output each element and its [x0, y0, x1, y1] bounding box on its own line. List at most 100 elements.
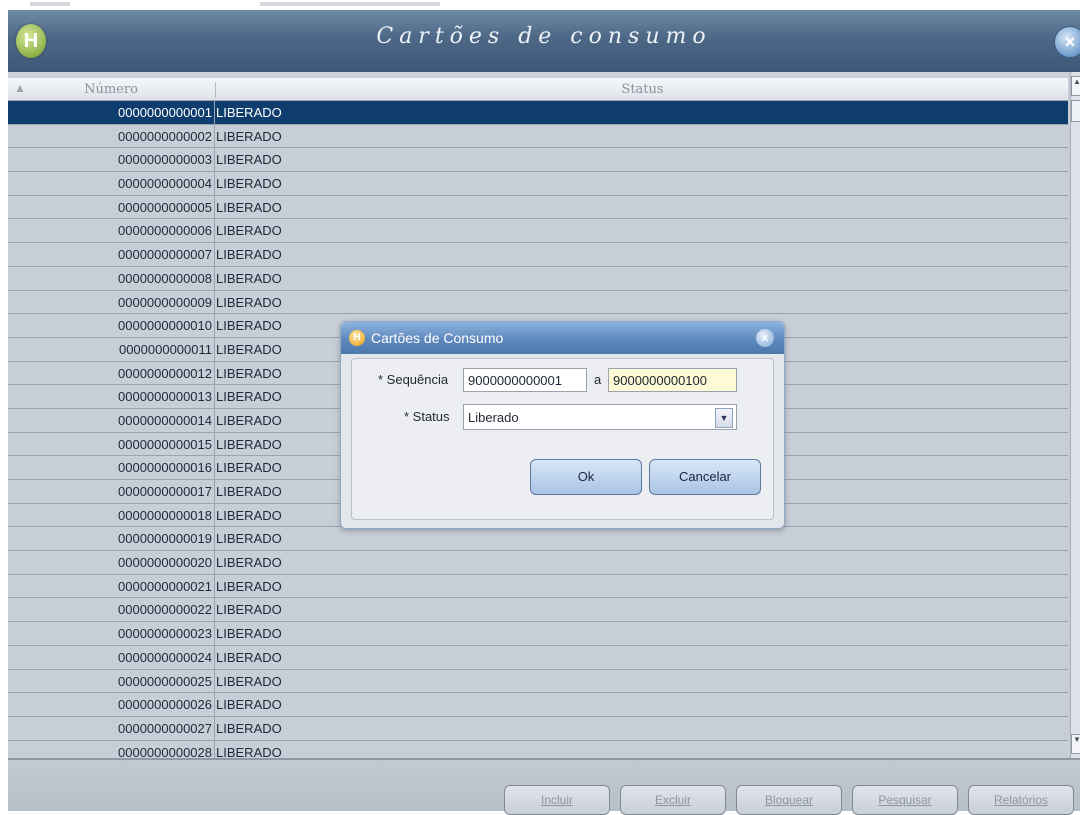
table-row[interactable]: 0000000000028 LIBERADO	[8, 740, 1068, 758]
cell-numero: 0000000000004	[118, 176, 212, 192]
column-separator	[214, 124, 215, 148]
grid-scrollbar[interactable]: ▲ ▼	[1070, 72, 1080, 758]
chevron-down-icon[interactable]: ▼	[715, 408, 733, 428]
column-separator	[214, 503, 215, 527]
cell-status: LIBERADO	[216, 484, 282, 499]
column-separator	[214, 148, 215, 172]
column-separator	[214, 266, 215, 290]
table-row[interactable]: 0000000000023 LIBERADO	[8, 622, 1068, 646]
sequencia-separator: a	[594, 372, 602, 387]
column-header-numero[interactable]: Número	[8, 82, 214, 97]
scroll-up-icon[interactable]: ▲	[1071, 76, 1080, 96]
sequencia-label: * Sequência	[378, 372, 449, 387]
cell-status: LIBERADO	[216, 602, 282, 618]
cell-status: LIBERADO	[216, 199, 282, 215]
column-separator	[214, 361, 215, 385]
column-separator	[214, 172, 215, 195]
table-row[interactable]: 0000000000020 LIBERADO	[8, 551, 1068, 575]
sequencia-to-input[interactable]: 9000000000100	[608, 368, 737, 392]
table-row[interactable]: 0000000000027 LIBERADO	[8, 716, 1068, 741]
table-row[interactable]: 0000000000002 LIBERADO	[8, 124, 1068, 149]
cell-numero: 0000000000024	[118, 649, 212, 665]
close-icon[interactable]: ×	[1054, 26, 1080, 58]
column-separator	[214, 385, 215, 408]
column-separator	[214, 574, 215, 598]
column-separator	[214, 598, 215, 622]
excluir-button[interactable]: Excluir	[620, 785, 726, 815]
column-separator	[214, 195, 215, 219]
relatorios-button[interactable]: Relatórios	[968, 785, 1074, 815]
dialog-close-icon[interactable]: ×	[756, 329, 774, 347]
background-strip	[0, 0, 1080, 10]
table-row[interactable]: 0000000000008 LIBERADO	[8, 266, 1068, 291]
dialog-body: * Sequência 9000000000001 a 900000000010…	[351, 358, 774, 520]
cell-status: LIBERADO	[216, 105, 282, 120]
cell-numero: 0000000000022	[118, 602, 212, 618]
cell-numero: 0000000000015	[118, 436, 212, 452]
cell-status: LIBERADO	[216, 744, 282, 758]
cell-numero: 0000000000002	[118, 128, 212, 144]
table-row[interactable]: 0000000000001 LIBERADO	[8, 101, 1068, 125]
column-separator	[214, 337, 215, 361]
cell-status: LIBERADO	[216, 673, 282, 689]
table-row[interactable]: 0000000000022 LIBERADO	[8, 598, 1068, 623]
window-title: Cartões de consumo	[376, 24, 712, 49]
cell-numero: 0000000000016	[118, 460, 212, 476]
cell-numero: 0000000000027	[118, 720, 212, 736]
column-separator	[214, 527, 215, 551]
cell-status: LIBERADO	[216, 247, 282, 263]
cell-numero: 0000000000017	[118, 484, 212, 499]
cell-status: LIBERADO	[216, 720, 282, 736]
cell-numero: 0000000000021	[118, 578, 212, 594]
status-select[interactable]: Liberado ▼	[463, 404, 737, 430]
cell-status: LIBERADO	[216, 318, 282, 334]
column-separator	[214, 693, 215, 716]
cell-status: LIBERADO	[216, 626, 282, 642]
cell-status: LIBERADO	[216, 578, 282, 594]
table-row[interactable]: 0000000000019 LIBERADO	[8, 527, 1068, 552]
background-artifact	[260, 2, 440, 6]
column-separator	[214, 432, 215, 456]
table-row[interactable]: 0000000000003 LIBERADO	[8, 148, 1068, 173]
cell-numero: 0000000000005	[118, 199, 212, 215]
column-header-status[interactable]: Status	[215, 82, 1068, 98]
dialog-title: Cartões de Consumo	[371, 330, 504, 346]
pesquisar-button[interactable]: Pesquisar	[852, 785, 958, 815]
cell-status: LIBERADO	[216, 436, 282, 452]
cell-numero: 0000000000012	[118, 365, 212, 381]
cancel-button[interactable]: Cancelar	[649, 459, 761, 495]
table-row[interactable]: 0000000000021 LIBERADO	[8, 574, 1068, 599]
table-row[interactable]: 0000000000026 LIBERADO	[8, 693, 1068, 717]
cell-status: LIBERADO	[216, 531, 282, 547]
cell-status: LIBERADO	[216, 152, 282, 168]
table-row[interactable]: 0000000000025 LIBERADO	[8, 669, 1068, 694]
dialog-titlebar: H Cartões de Consumo ×	[341, 322, 784, 354]
column-separator	[214, 314, 215, 337]
table-row[interactable]: 0000000000007 LIBERADO	[8, 243, 1068, 267]
cell-numero: 0000000000011	[118, 341, 212, 357]
table-row[interactable]: 0000000000024 LIBERADO	[8, 645, 1068, 670]
cell-numero: 0000000000019	[118, 531, 212, 547]
bloquear-button[interactable]: Bloquear	[736, 785, 842, 815]
window-titlebar: H Cartões de consumo ×	[8, 10, 1080, 72]
cell-status: LIBERADO	[216, 649, 282, 665]
table-row[interactable]: 0000000000006 LIBERADO	[8, 219, 1068, 244]
background-artifact	[30, 2, 70, 6]
column-separator	[214, 456, 215, 479]
cell-numero: 0000000000023	[118, 626, 212, 642]
grid-header: ▲ Número Status	[8, 78, 1068, 101]
scroll-thumb[interactable]	[1071, 100, 1080, 122]
footer-toolbar: Incluir Excluir Bloquear Pesquisar Relat…	[8, 758, 1080, 815]
table-row[interactable]: 0000000000004 LIBERADO	[8, 172, 1068, 196]
column-separator	[214, 716, 215, 740]
column-separator	[214, 243, 215, 266]
sequencia-from-input[interactable]: 9000000000001	[463, 368, 587, 392]
table-row[interactable]: 0000000000005 LIBERADO	[8, 195, 1068, 220]
table-row[interactable]: 0000000000009 LIBERADO	[8, 290, 1068, 315]
cell-numero: 0000000000009	[118, 294, 212, 310]
cell-status: LIBERADO	[216, 460, 282, 476]
scroll-down-icon[interactable]: ▼	[1071, 734, 1080, 754]
incluir-button[interactable]: Incluir	[504, 785, 610, 815]
ok-button[interactable]: Ok	[530, 459, 642, 495]
cell-status: LIBERADO	[216, 507, 282, 523]
